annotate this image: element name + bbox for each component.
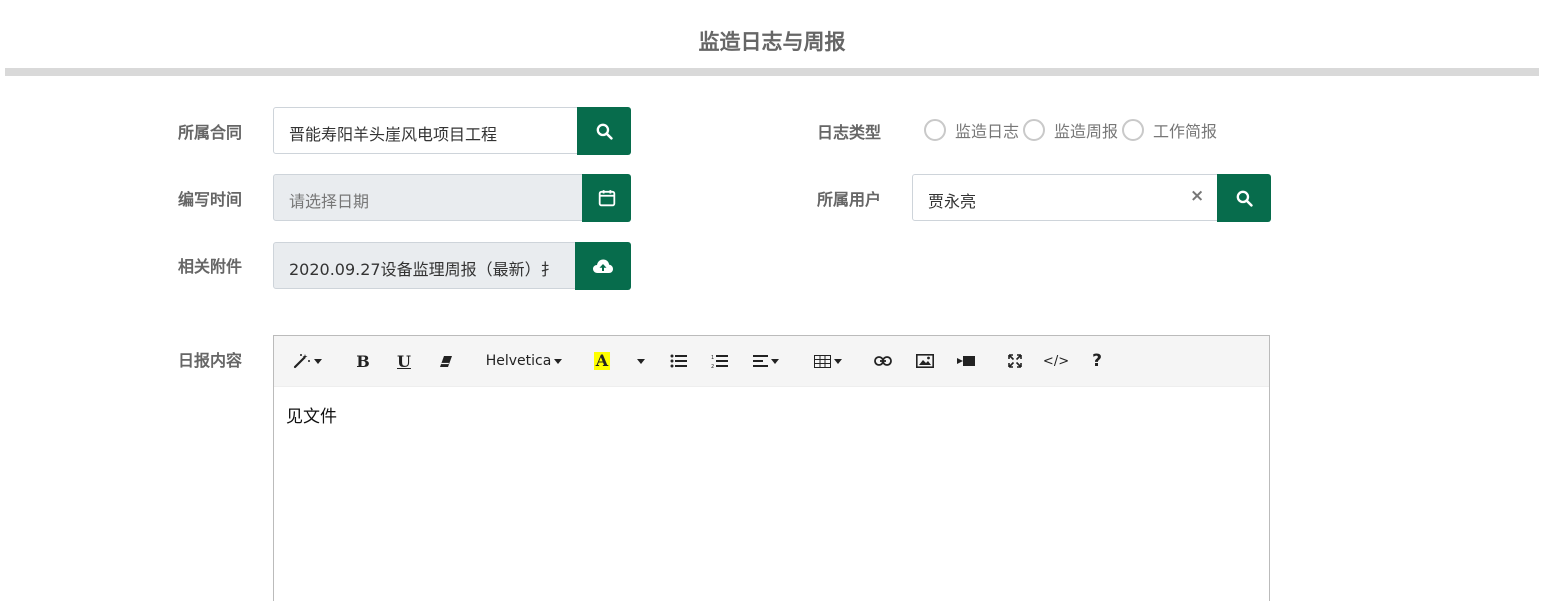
style-button[interactable] [291,349,323,373]
radio-circle[interactable] [924,119,946,141]
page: 监造日志与周报 所属合同 晋能寿阳羊头崖风电项目工程 编写时间 请选择日期 相关… [0,0,1544,601]
ordered-list-button[interactable]: 12 [709,349,729,373]
video-icon [957,356,975,366]
paragraph-align-button[interactable] [750,349,782,373]
attachment-label: 相关附件 [178,257,243,276]
radio-label: 监造日志 [955,122,1020,141]
font-name-button[interactable]: Helvetica [484,349,564,373]
unordered-list-icon [670,354,687,368]
radio-circle[interactable] [1122,119,1145,141]
rich-text-editor: B U Helvetica A 12 </> ? 见文件 [273,335,1270,601]
align-left-icon [753,355,768,367]
svg-text:1: 1 [711,355,714,361]
fullscreen-icon [1008,354,1022,368]
title-divider [5,68,1539,76]
contract-label: 所属合同 [178,123,243,142]
svg-text:2: 2 [711,364,714,369]
bold-button[interactable]: B [352,349,374,373]
radio-circle[interactable] [1023,119,1046,141]
ordered-list-icon: 12 [711,354,728,369]
video-button[interactable] [955,349,977,373]
editor-content[interactable]: 见文件 [286,402,337,427]
unordered-list-button[interactable] [668,349,688,373]
log-type-label: 日志类型 [817,123,882,142]
contract-search-button[interactable] [577,107,631,155]
link-icon [874,356,892,366]
write-time-input[interactable]: 请选择日期 [273,174,583,221]
cloud-upload-icon [593,259,613,273]
editor-toolbar: B U Helvetica A 12 </> ? [274,336,1269,387]
font-name-label: Helvetica [485,353,552,369]
eraser-icon [440,355,452,367]
radio-label: 监造周报 [1054,122,1119,141]
upload-button[interactable] [575,242,631,290]
log-type-radio-group: 监造日志 监造周报 工作简报 [924,118,1221,142]
fullscreen-button[interactable] [1004,349,1026,373]
magic-wand-icon [293,354,310,369]
radio-supervision-weekly[interactable]: 监造周报 [1023,118,1118,142]
user-search-button[interactable] [1217,174,1271,222]
clear-format-button[interactable] [435,349,457,373]
forecolor-icon: A [593,351,611,370]
radio-label: 工作简报 [1153,122,1218,141]
underline-button[interactable]: U [393,349,415,373]
table-icon [814,354,831,368]
calendar-icon [598,190,615,207]
contract-input[interactable]: 晋能寿阳羊头崖风电项目工程 [273,107,578,154]
image-button[interactable] [914,349,936,373]
attachment-input[interactable]: 2020.09.27设备监理周报（最新）扌 [273,242,576,289]
table-button[interactable] [811,349,845,373]
search-icon [596,123,613,140]
radio-work-brief[interactable]: 工作简报 [1122,118,1217,142]
content-label: 日报内容 [178,351,243,370]
image-icon [916,354,934,368]
forecolor-button[interactable]: A [592,349,612,373]
user-input[interactable]: 贾永亮 [912,174,1218,221]
calendar-button[interactable] [582,174,631,222]
page-title: 监造日志与周报 [698,30,846,54]
help-button[interactable]: ? [1087,349,1107,373]
radio-supervision-log[interactable]: 监造日志 [924,118,1019,142]
write-time-label: 编写时间 [178,190,243,209]
clear-user-icon[interactable]: × [1190,186,1204,206]
color-dropdown-button[interactable] [634,349,648,373]
link-button[interactable] [872,349,894,373]
code-view-button[interactable]: </> [1043,349,1069,373]
search-icon [1236,190,1253,207]
user-label: 所属用户 [817,190,882,209]
